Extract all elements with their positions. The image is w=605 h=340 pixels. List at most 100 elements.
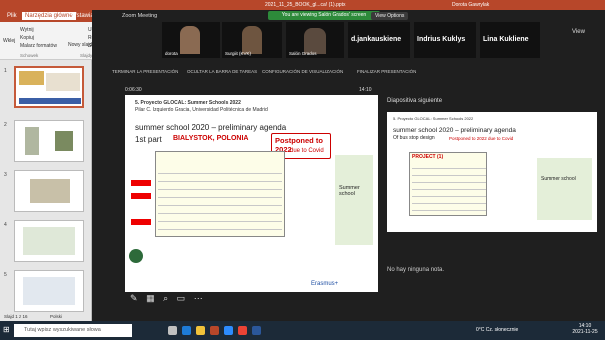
slide-city: BIALYSTOK, POLONIA <box>173 135 249 142</box>
zoom-window: Zoom Meeting You are viewing Salón Grado… <box>92 10 605 330</box>
clock-date: 2021-11-25 <box>572 329 598 335</box>
presenter-tools: ✎ ▦ ⌕ ▭ ⋯ <box>130 293 203 304</box>
presenter-toolbar: TERMINAR LA PRESENTACIÓN OCULTAR LA BARR… <box>112 67 452 77</box>
participant-avatar <box>180 26 200 54</box>
participant-name: Surgiit (KVK) <box>225 51 252 56</box>
task-view-icon[interactable] <box>168 326 177 335</box>
chrome-icon[interactable] <box>238 326 247 335</box>
side-panel: Summer school <box>335 155 373 245</box>
status-language: Polski <box>50 314 63 319</box>
thumb-slide-1[interactable] <box>14 66 84 108</box>
thumb-number: 2 <box>4 122 7 128</box>
status-slide-count: Slajd 1 z 16 <box>4 314 28 319</box>
erasmus-logo: Erasmus+ <box>311 281 339 287</box>
current-slide: 5. Proyecto GLOCAL: Summer Schools 2022 … <box>125 95 378 292</box>
postponed-reason: due to Covid <box>290 148 324 154</box>
next-slide-preview[interactable]: 5. Proyecto GLOCAL: Summer Schools 2022 … <box>387 112 597 232</box>
school-logo <box>129 249 143 263</box>
speaker-notes[interactable]: No hay ninguna nota. <box>387 267 444 273</box>
thumb-slide-5[interactable] <box>14 270 84 312</box>
thumb-slide-4[interactable] <box>14 220 84 262</box>
view-button[interactable]: View <box>572 29 585 35</box>
presentation-clock: 14:10 <box>359 87 372 93</box>
more-icon[interactable]: ⋯ <box>194 293 203 303</box>
thumb-picture <box>25 127 39 155</box>
weather-status[interactable]: 0°C Cz. słonecznie <box>476 327 518 333</box>
participant-name: Indrius Kuklys <box>417 36 466 43</box>
paste-button[interactable]: Wklej <box>3 38 15 44</box>
taskbar-clock[interactable]: 14:10 2021-11-25 <box>568 323 602 335</box>
edge-icon[interactable] <box>182 326 191 335</box>
participant-video[interactable]: dorota <box>162 22 220 58</box>
participant-name: Lina Kukliene <box>483 36 529 43</box>
screen-share-banner: You are viewing Salón Grados' screen <box>268 11 380 20</box>
next-side-label: Summer school <box>541 176 576 182</box>
slide-thumbnails: 1 2 3 4 5 <box>0 60 92 330</box>
next-postponed: Postponed to 2022 due to Covid <box>449 136 514 141</box>
ppt-title: 2021_11_25_BOOK_gl...ca! (1).pptx <box>265 2 346 8</box>
zoom-title-bar: Zoom Meeting You are viewing Salón Grado… <box>92 10 605 22</box>
hide-taskbar-button[interactable]: OCULTAR LA BARRA DE TAREAS <box>187 69 257 74</box>
next-header: 5. Proyecto GLOCAL: Summer Schools 2022 <box>393 116 474 121</box>
side-label: Summer school <box>339 185 360 197</box>
thumb-picture <box>30 179 70 203</box>
cut-button[interactable]: Wytnij <box>20 27 34 33</box>
slide-part: 1st part <box>135 135 162 144</box>
arrow-icon <box>131 193 151 199</box>
participant-tile[interactable]: Lina Kukliene <box>480 22 540 58</box>
explorer-icon[interactable] <box>196 326 205 335</box>
thumb-slide-3[interactable] <box>14 170 84 212</box>
participant-video[interactable]: Salón Grados <box>286 22 344 58</box>
next-project-label: PROJECT (1) <box>412 154 444 160</box>
thumb-picture <box>23 277 75 305</box>
subtitles-icon[interactable]: ▭ <box>177 293 186 303</box>
thumb-number: 1 <box>4 68 7 74</box>
presentation-timer: 0:06:30 <box>125 87 142 93</box>
participant-avatar <box>242 26 262 54</box>
agenda-rows <box>158 166 282 232</box>
ppt-user: Dorota Gawrylak <box>452 2 490 8</box>
thumb-number: 3 <box>4 172 7 178</box>
word-icon[interactable] <box>252 326 261 335</box>
participant-tile[interactable]: Indrius Kuklys <box>414 22 476 58</box>
arrow-icon <box>131 219 151 225</box>
next-side-panel: Summer school <box>537 158 592 220</box>
participant-tile[interactable]: d.jankauskiene <box>348 22 410 58</box>
thumb-picture <box>23 227 75 255</box>
thumb-number: 4 <box>4 222 7 228</box>
zoom-title: Zoom Meeting <box>122 13 158 19</box>
end-presentation-tab[interactable]: TERMINAR LA PRESENTACIÓN <box>112 69 178 74</box>
zoom-icon[interactable]: ⌕ <box>163 293 168 303</box>
pen-icon[interactable]: ✎ <box>130 293 138 303</box>
powerpoint-icon[interactable] <box>210 326 219 335</box>
display-settings-button[interactable]: CONFIGURACIÓN DE VISUALIZACIÓN <box>262 69 343 74</box>
arrow-icon <box>131 180 151 186</box>
copy-button[interactable]: Kopiuj <box>20 35 34 41</box>
thumb-slide-2[interactable] <box>14 120 84 162</box>
thumb-logos-strip <box>19 98 81 104</box>
format-painter-button[interactable]: Malarz formatów <box>20 43 57 49</box>
taskbar-search-input[interactable]: Tutaj wpisz wyszukiwane słowa <box>14 324 132 337</box>
next-agenda-table: PROJECT (1) <box>409 152 487 216</box>
slide-author: Pilar C. Izquierdo Gracia, Universidad P… <box>135 107 268 113</box>
zoom-icon[interactable] <box>224 326 233 335</box>
slide-header: 5. Proyecto GLOCAL: Summer Schools 2022 <box>135 100 241 106</box>
thumb-picture <box>46 73 80 91</box>
slides-grid-icon[interactable]: ▦ <box>146 293 155 303</box>
end-show-button[interactable]: FINALIZAR PRESENTACIÓN <box>357 69 416 74</box>
next-part: Of bus stop design <box>393 135 435 141</box>
participant-name: dorota <box>165 51 178 56</box>
taskbar: ⊞ Tutaj wpisz wyszukiwane słowa 0°C Cz. … <box>0 321 605 340</box>
agenda-table <box>155 151 285 237</box>
participant-name: Salón Grados <box>289 51 317 56</box>
slides-group-label: Slajdy <box>80 53 93 58</box>
view-options-button[interactable]: View Options <box>371 12 409 20</box>
participant-name: d.jankauskiene <box>351 36 402 43</box>
participant-video[interactable]: Surgiit (KVK) <box>222 22 282 58</box>
ppt-title-bar: 2021_11_25_BOOK_gl...ca! (1).pptx Dorota… <box>0 0 605 10</box>
thumb-number: 5 <box>4 272 7 278</box>
slide-title: summer school 2020 – preliminary agenda <box>135 123 287 132</box>
windows-start-icon[interactable]: ⊞ <box>3 325 10 334</box>
next-title: summer school 2020 – preliminary agenda <box>393 127 516 134</box>
tab-file[interactable]: Plik <box>4 12 20 20</box>
